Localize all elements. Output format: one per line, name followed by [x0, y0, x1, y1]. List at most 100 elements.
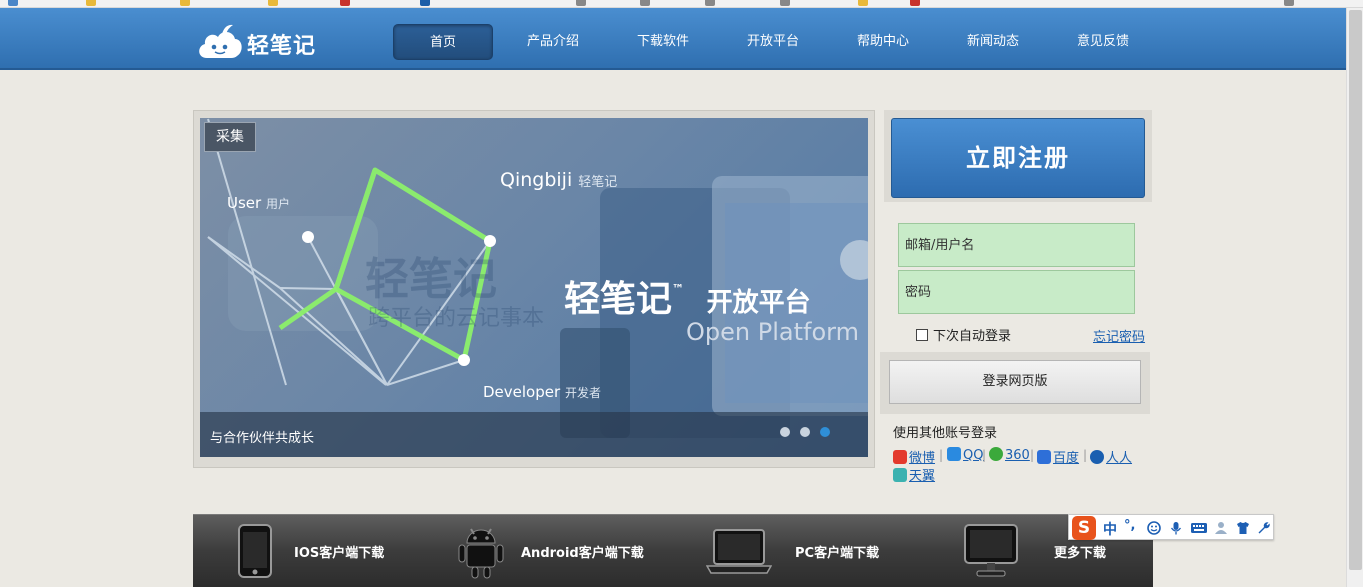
- renren-label: 人人: [1106, 451, 1133, 466]
- qq-label: QQ: [963, 448, 984, 463]
- auto-login-checkbox[interactable]: [916, 329, 928, 341]
- auto-login-option[interactable]: 下次自动登录: [916, 325, 1011, 344]
- username-field[interactable]: 邮箱/用户名: [898, 223, 1135, 267]
- user-account-icon[interactable]: [1214, 521, 1228, 535]
- banner-slideshow[interactable]: 轻笔记 跨平台的云记事本 采集 User 用户 Qingbiji 轻笔记 Dev…: [200, 118, 868, 457]
- download-ios[interactable]: IOS客户端下载: [233, 515, 433, 587]
- ime-mode-toggle[interactable]: 中: [1103, 519, 1117, 539]
- banner-bg-slogan: 跨平台的云记事本: [368, 306, 545, 331]
- download-android-label: Android客户端下载: [521, 546, 644, 561]
- download-pc-label: PC客户端下载: [795, 546, 880, 561]
- sogou-logo-icon[interactable]: S: [1072, 516, 1096, 540]
- forgot-password-link[interactable]: 忘记密码: [1093, 326, 1145, 345]
- password-field[interactable]: 密码: [898, 270, 1135, 314]
- android-icon: [458, 528, 504, 579]
- 360-label: 360: [1005, 448, 1030, 463]
- banner-brand-title: 轻笔记™ 开放平台: [564, 270, 811, 322]
- keyboard-icon[interactable]: [1190, 521, 1208, 535]
- banner-bg-brand: 轻笔记: [365, 254, 497, 305]
- logo-text: 轻笔记: [247, 34, 317, 59]
- banner-user-label: User 用户: [227, 194, 290, 212]
- download-ios-label: IOS客户端下载: [294, 546, 385, 561]
- bookmark-icon[interactable]: [576, 0, 586, 6]
- slide-dot-1[interactable]: [780, 427, 790, 437]
- bookmark-icon[interactable]: [340, 0, 350, 6]
- nav-download[interactable]: 下载软件: [613, 24, 713, 60]
- developer-en: Developer: [483, 383, 561, 401]
- login-baidu[interactable]: 百度: [1037, 447, 1079, 466]
- page-scrollbar[interactable]: [1346, 8, 1363, 587]
- bookmark-icon[interactable]: [640, 0, 650, 6]
- bookmark-icon[interactable]: [780, 0, 790, 6]
- banner-caption: 与合作伙伴共成长: [210, 431, 315, 446]
- laptop-icon: [706, 529, 772, 574]
- bookmark-icon[interactable]: [705, 0, 715, 6]
- qingbiji-cn: 轻笔记: [578, 175, 618, 190]
- ime-toolbar[interactable]: S 中 °,: [1068, 514, 1274, 540]
- banner-caption-bar: 与合作伙伴共成长: [200, 412, 868, 457]
- bookmark-icon[interactable]: [858, 0, 868, 6]
- banner-developer-label: Developer 开发者: [483, 383, 601, 401]
- slide-dot-3[interactable]: [820, 427, 830, 437]
- login-tianyi[interactable]: 天翼: [893, 465, 935, 484]
- banner-qingbiji-label: Qingbiji 轻笔记: [500, 169, 617, 191]
- bookmark-icon[interactable]: [1284, 0, 1294, 6]
- qingbiji-en: Qingbiji: [500, 169, 573, 191]
- bookmark-icon[interactable]: [8, 0, 18, 6]
- weibo-label: 微博: [909, 451, 936, 466]
- baidu-label: 百度: [1053, 451, 1080, 466]
- brand-cn: 轻笔记: [564, 279, 673, 320]
- web-login-button[interactable]: 登录网页版: [889, 360, 1141, 404]
- bookmark-icon[interactable]: [910, 0, 920, 6]
- bookmark-icon[interactable]: [420, 0, 430, 6]
- download-android[interactable]: Android客户端下载: [458, 515, 678, 587]
- nav-home[interactable]: 首页: [393, 24, 493, 60]
- other-login-title: 使用其他账号登录: [893, 426, 998, 441]
- nav-feedback[interactable]: 意见反馈: [1053, 24, 1153, 60]
- site-logo[interactable]: 轻笔记: [195, 22, 325, 66]
- user-cn: 用户: [265, 197, 290, 211]
- tianyi-icon: [893, 468, 907, 482]
- separator: |: [1030, 448, 1035, 462]
- bookmark-icon[interactable]: [180, 0, 190, 6]
- wrench-icon[interactable]: [1257, 521, 1271, 535]
- register-button[interactable]: 立即注册: [891, 118, 1145, 198]
- developer-cn: 开发者: [564, 386, 601, 400]
- 360-icon: [989, 447, 1003, 461]
- skin-icon[interactable]: [1236, 521, 1250, 535]
- platform-cn: 开放平台: [706, 288, 811, 318]
- scrollbar-thumb[interactable]: [1349, 10, 1362, 570]
- tianyi-label: 天翼: [909, 469, 936, 484]
- emoji-icon[interactable]: [1147, 521, 1161, 535]
- nav-products[interactable]: 产品介绍: [503, 24, 603, 60]
- qq-icon: [947, 447, 961, 461]
- cloud-logo-icon: [199, 24, 242, 58]
- nav-open-platform[interactable]: 开放平台: [723, 24, 823, 60]
- bookmark-icon[interactable]: [268, 0, 278, 6]
- microphone-icon[interactable]: [1169, 521, 1183, 535]
- slide-dot-2[interactable]: [800, 427, 810, 437]
- login-360[interactable]: 360: [989, 447, 1030, 463]
- renren-icon: [1090, 450, 1104, 464]
- login-qq[interactable]: QQ: [947, 447, 983, 463]
- nav-news[interactable]: 新闻动态: [943, 24, 1043, 60]
- bookmark-icon[interactable]: [86, 0, 96, 6]
- monitor-icon: [964, 524, 1018, 577]
- ime-punct-toggle[interactable]: °,: [1124, 518, 1135, 533]
- user-en: User: [227, 194, 262, 212]
- download-more-label: 更多下载: [1054, 546, 1107, 561]
- baidu-icon: [1037, 450, 1051, 464]
- site-header: 轻笔记 首页 产品介绍 下载软件 开放平台 帮助中心 新闻动态 意见反馈: [0, 8, 1363, 70]
- separator: |: [939, 448, 944, 462]
- login-weibo[interactable]: 微博: [893, 447, 935, 466]
- download-bar: IOS客户端下载 Android客户端下载 PC客户端下载 更多下载: [193, 514, 1153, 587]
- login-renren[interactable]: 人人: [1090, 447, 1132, 466]
- nav-help[interactable]: 帮助中心: [833, 24, 933, 60]
- separator: |: [982, 448, 987, 462]
- collect-button[interactable]: 采集: [204, 122, 256, 152]
- auto-login-label: 下次自动登录: [933, 329, 1012, 344]
- weibo-icon: [893, 450, 907, 464]
- banner-platform-en: Open Platform: [686, 318, 859, 346]
- bookmarks-bar: [0, 0, 1363, 8]
- download-pc[interactable]: PC客户端下载: [706, 515, 906, 587]
